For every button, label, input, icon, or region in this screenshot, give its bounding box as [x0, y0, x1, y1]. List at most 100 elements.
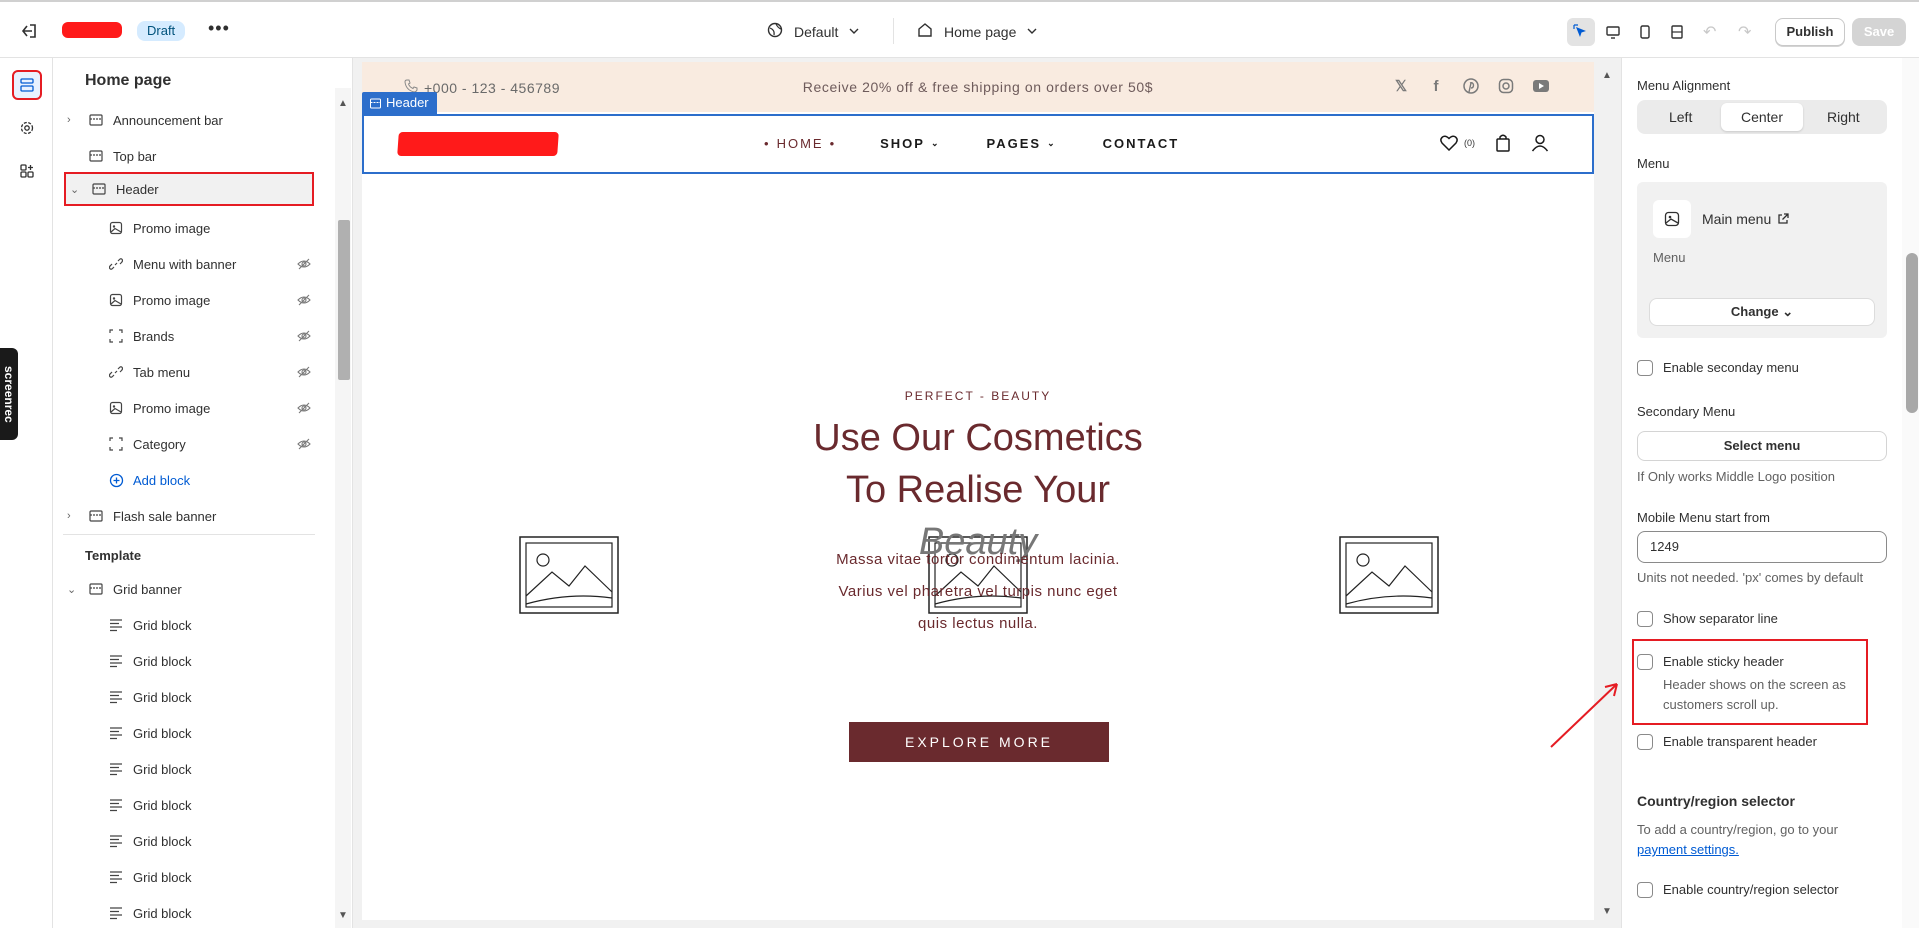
enable-sticky-header-checkbox[interactable]: Enable sticky header	[1637, 654, 1784, 670]
scroll-up-icon[interactable]: ▲	[1602, 70, 1612, 81]
nav-shop[interactable]: SHOP ⌄	[880, 136, 940, 151]
nav-pages[interactable]: PAGES ⌄	[987, 136, 1057, 151]
save-button[interactable]: Save	[1852, 18, 1906, 46]
section-announcement-bar[interactable]: › Announcement bar	[63, 103, 315, 137]
checkbox[interactable]	[1637, 611, 1653, 627]
publish-button[interactable]: Publish	[1775, 18, 1845, 46]
payment-settings-link[interactable]: payment settings.	[1637, 842, 1739, 857]
theme-settings-rail-button[interactable]	[12, 113, 42, 143]
block-promo-image[interactable]: Promo image	[63, 211, 315, 245]
block-grid-block[interactable]: Grid block	[63, 608, 315, 642]
section-top-bar[interactable]: Top bar	[63, 139, 315, 173]
sections-rail-button[interactable]	[12, 70, 42, 100]
header-selection-tag[interactable]: Header	[362, 92, 437, 114]
country-selector-heading: Country/region selector	[1637, 793, 1795, 809]
mobile-menu-input[interactable]: 1249	[1637, 531, 1887, 563]
more-actions-button[interactable]: •••	[208, 18, 230, 39]
block-brands[interactable]: Brands	[63, 319, 315, 353]
explore-more-button[interactable]: EXPLORE MORE	[849, 722, 1109, 762]
block-grid-block[interactable]: Grid block	[63, 644, 315, 678]
page-selector[interactable]: Home page	[916, 21, 1038, 42]
section-grid-banner[interactable]: ⌄ Grid banner	[63, 572, 315, 606]
youtube-icon[interactable]	[1532, 77, 1550, 95]
store-header[interactable]: • HOME • SHOP ⌄ PAGES ⌄ CONTACT (0)	[362, 114, 1594, 174]
settings-scrollbar-thumb[interactable]	[1906, 253, 1918, 413]
panel-scrollbar[interactable]	[335, 88, 351, 928]
store-logo-redacted[interactable]	[397, 132, 559, 156]
hidden-eye-icon[interactable]	[297, 401, 311, 418]
block-category[interactable]: Category	[63, 427, 315, 461]
nav-home[interactable]: • HOME •	[764, 136, 836, 151]
image-icon	[107, 291, 125, 309]
hidden-eye-icon[interactable]	[297, 329, 311, 346]
screenrec-tab[interactable]: screenrec	[0, 348, 18, 440]
block-label: Grid block	[133, 689, 192, 705]
theme-selector[interactable]: Default	[766, 21, 860, 42]
hidden-eye-icon[interactable]	[297, 293, 311, 310]
align-right-option[interactable]: Right	[1803, 103, 1884, 131]
block-promo-image[interactable]: Promo image	[63, 283, 315, 317]
exit-icon[interactable]	[18, 20, 40, 42]
desktop-view-button[interactable]	[1599, 18, 1627, 46]
panel-divider	[63, 534, 315, 535]
mobile-view-button[interactable]	[1631, 18, 1659, 46]
redo-icon[interactable]: ↷	[1738, 22, 1751, 42]
inspector-toggle[interactable]	[1567, 18, 1595, 46]
block-grid-block[interactable]: Grid block	[63, 860, 315, 894]
block-label: Grid block	[133, 617, 192, 633]
hero-body: Massa vitae tortor condimentum lacinia. …	[836, 551, 1120, 632]
settings-scrollbar[interactable]	[1902, 58, 1919, 928]
panel-scrollbar-thumb[interactable]	[338, 220, 350, 380]
change-menu-button[interactable]: Change ⌄	[1649, 298, 1875, 326]
pinterest-icon[interactable]	[1462, 77, 1480, 95]
hidden-eye-icon[interactable]	[297, 437, 311, 454]
preview-scrollbar[interactable]: ▲ ▼	[1598, 58, 1616, 928]
facebook-icon[interactable]: f	[1427, 77, 1445, 95]
chevron-down-icon[interactable]: ⌄	[67, 583, 81, 596]
block-promo-image[interactable]: Promo image	[63, 391, 315, 425]
add-block-button[interactable]: Add block	[63, 463, 315, 497]
block-grid-block[interactable]: Grid block	[63, 824, 315, 858]
block-tab-menu[interactable]: Tab menu	[63, 355, 315, 389]
hidden-eye-icon[interactable]	[297, 257, 311, 274]
checkbox[interactable]	[1637, 654, 1653, 670]
show-separator-checkbox[interactable]: Show separator line	[1637, 611, 1778, 627]
block-label: Menu with banner	[133, 256, 237, 272]
enable-transparent-header-checkbox[interactable]: Enable transparent header	[1637, 734, 1817, 750]
account-user-icon[interactable]	[1531, 134, 1549, 157]
full-width-view-button[interactable]	[1663, 18, 1691, 46]
block-grid-block[interactable]: Grid block	[63, 680, 315, 714]
block-grid-block[interactable]: Grid block	[63, 752, 315, 786]
checkbox[interactable]	[1637, 734, 1653, 750]
checkbox[interactable]	[1637, 360, 1653, 376]
enable-secondary-menu-checkbox[interactable]: Enable seconday menu	[1637, 360, 1799, 376]
block-grid-block[interactable]: Grid block	[63, 896, 315, 928]
menu-name-link[interactable]: Main menu	[1702, 211, 1789, 227]
align-left-option[interactable]: Left	[1640, 103, 1721, 131]
block-grid-block[interactable]: Grid block	[63, 788, 315, 822]
wishlist-heart-icon[interactable]	[1440, 135, 1458, 156]
checkbox[interactable]	[1637, 882, 1653, 898]
apps-rail-button[interactable]	[12, 156, 42, 186]
chevron-right-icon[interactable]: ›	[67, 114, 81, 126]
chevron-right-icon[interactable]: ›	[67, 510, 81, 522]
scroll-down-icon[interactable]: ▼	[1602, 906, 1612, 917]
announcement-bar[interactable]: +000 - 123 - 456789 Receive 20% off & fr…	[362, 62, 1594, 112]
section-header[interactable]: ⌄ Header	[64, 172, 314, 206]
section-label: Flash sale banner	[113, 508, 217, 524]
select-menu-button[interactable]: Select menu	[1637, 431, 1887, 461]
x-twitter-icon[interactable]: 𝕏	[1392, 77, 1410, 95]
undo-icon[interactable]: ↶	[1703, 22, 1716, 42]
cart-bag-icon[interactable]	[1495, 134, 1511, 157]
block-grid-block[interactable]: Grid block	[63, 716, 315, 750]
block-menu-with-banner[interactable]: Menu with banner	[63, 247, 315, 281]
align-center-option[interactable]: Center	[1721, 103, 1803, 131]
nav-contact[interactable]: CONTACT	[1103, 136, 1180, 151]
scroll-down-icon[interactable]: ▼	[338, 910, 348, 921]
section-flash-sale-banner[interactable]: › Flash sale banner	[63, 499, 315, 533]
scroll-up-icon[interactable]: ▲	[338, 98, 348, 109]
instagram-icon[interactable]	[1497, 77, 1515, 95]
hidden-eye-icon[interactable]	[297, 365, 311, 382]
enable-country-selector-checkbox[interactable]: Enable country/region selector	[1637, 882, 1839, 898]
chevron-down-icon[interactable]: ⌄	[70, 183, 84, 196]
